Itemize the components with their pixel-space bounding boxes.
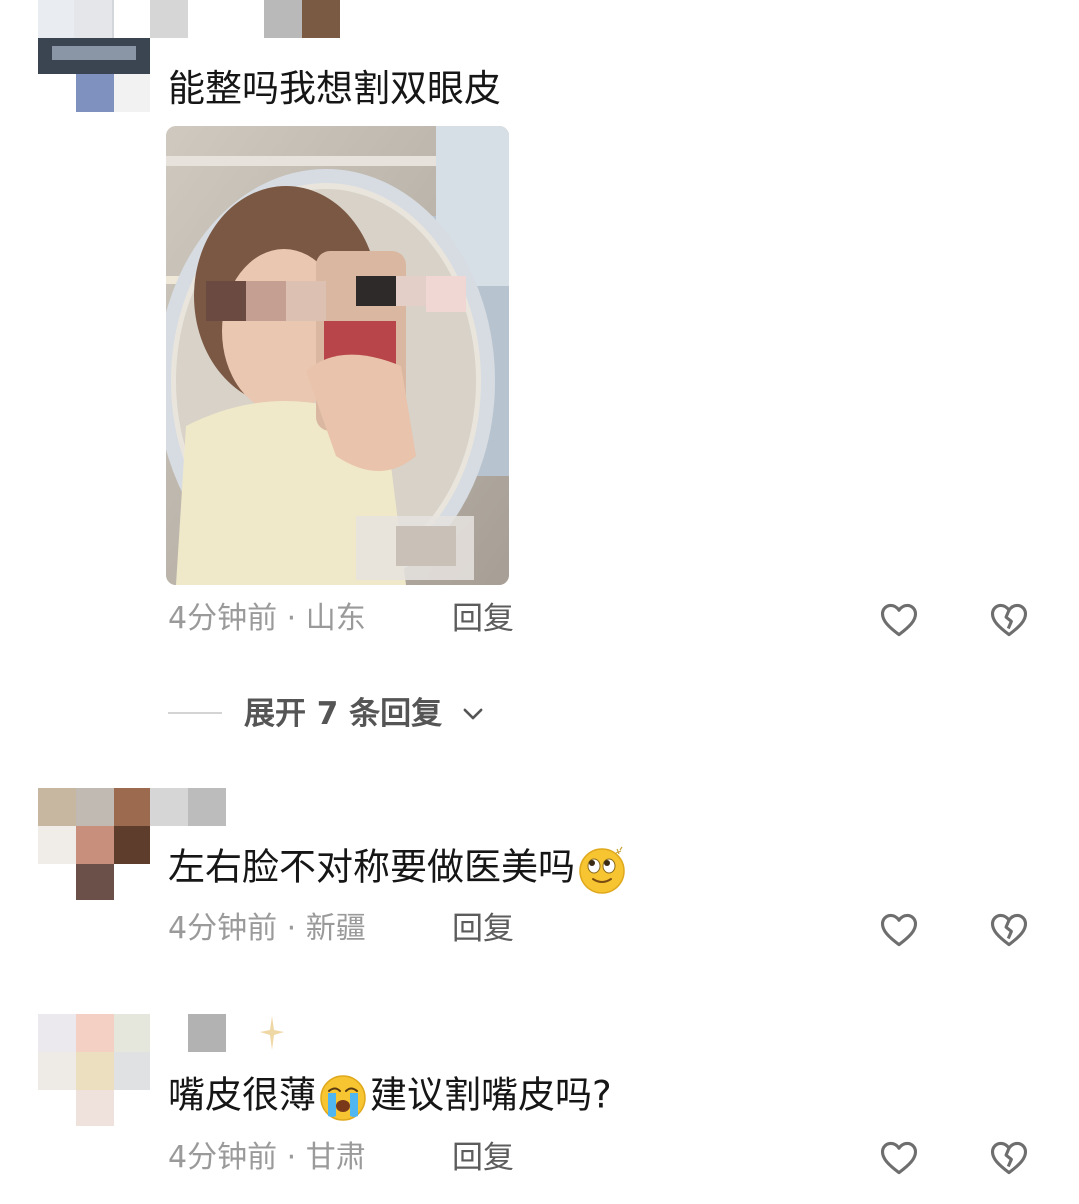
comment-time-location: 4分钟前 · 山东: [168, 601, 366, 636]
reply-button[interactable]: 回复: [452, 599, 514, 639]
comment-item: 能整吗我想割双眼皮 4分钟前 · 山东 回复: [0, 0, 1079, 660]
broken-heart-dislike-icon[interactable]: [987, 907, 1031, 951]
comment-text: 嘴皮很薄 建议割嘴皮吗?: [168, 1072, 612, 1122]
comment-text-part: 嘴皮很薄: [168, 1073, 316, 1117]
comment-text-part: 左右脸不对称要做医美吗: [168, 845, 575, 889]
rolling-eyes-emoji-icon: [579, 846, 625, 894]
heart-like-icon[interactable]: [877, 907, 921, 951]
mirror-selfie-image: [166, 126, 509, 585]
expand-divider-line: [168, 712, 222, 714]
comment-image[interactable]: [166, 126, 509, 585]
expand-replies-label: 展开 7 条回复: [244, 696, 443, 732]
comment-time-location: 4分钟前 · 新疆: [168, 911, 366, 946]
chevron-down-icon: [463, 708, 483, 720]
reply-button[interactable]: 回复: [452, 909, 514, 949]
comment-item: 嘴皮很薄 建议割嘴皮吗? 4分钟前 · 甘肃 回复: [0, 1014, 1079, 1204]
avatar[interactable]: [38, 788, 150, 900]
avatar[interactable]: [38, 1014, 150, 1126]
comment-text: 左右脸不对称要做医美吗: [168, 844, 629, 894]
comment-item: 左右脸不对称要做医美吗 4分钟前 · 新疆 回复: [0, 788, 1079, 968]
heart-like-icon[interactable]: [877, 1135, 921, 1179]
broken-heart-dislike-icon[interactable]: [987, 597, 1031, 641]
comment-time-location: 4分钟前 · 甘肃: [168, 1140, 366, 1175]
heart-like-icon[interactable]: [877, 597, 921, 641]
comment-text-part: 建议割嘴皮吗?: [370, 1073, 612, 1117]
broken-heart-dislike-icon[interactable]: [987, 1135, 1031, 1179]
sparkle-icon: [260, 1016, 284, 1050]
crying-emoji-icon: [320, 1075, 366, 1121]
reply-button[interactable]: 回复: [452, 1138, 514, 1178]
comment-text: 能整吗我想割双眼皮: [168, 67, 501, 110]
